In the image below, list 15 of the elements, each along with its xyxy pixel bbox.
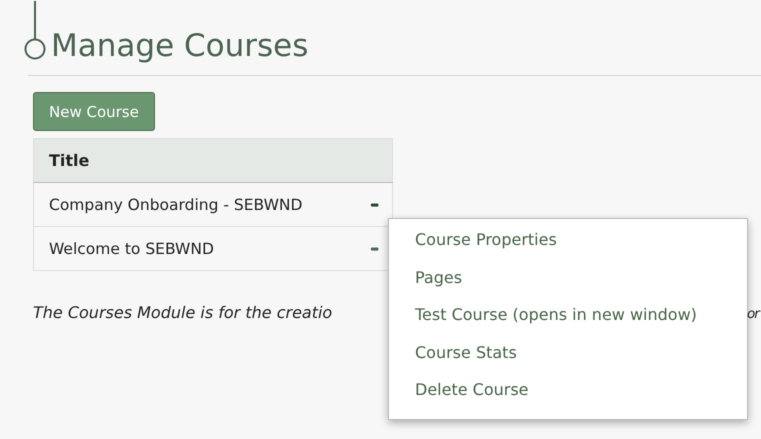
- course-title: Company Onboarding - SEBWND: [49, 196, 302, 214]
- new-course-button[interactable]: New Course: [33, 92, 155, 131]
- column-header: Title: [34, 138, 392, 182]
- course-title: Welcome to SEBWND: [49, 240, 214, 258]
- menu-item[interactable]: Delete Course: [389, 375, 747, 412]
- menu-item[interactable]: Test Course (opens in new window): [389, 300, 747, 338]
- actions-menu-button[interactable]: •••: [370, 198, 377, 212]
- menu-item[interactable]: Course Stats: [389, 338, 747, 375]
- menu-item[interactable]: Course Properties: [389, 225, 747, 262]
- actions-menu-button[interactable]: •••: [370, 242, 377, 256]
- description-text: The Courses Module is for the creatio: [33, 303, 332, 322]
- description-text: or: [747, 306, 759, 322]
- timeline-marker-icon: [24, 1, 46, 61]
- menu-item[interactable]: Pages: [389, 262, 747, 300]
- page-title: Manage Courses: [51, 27, 308, 66]
